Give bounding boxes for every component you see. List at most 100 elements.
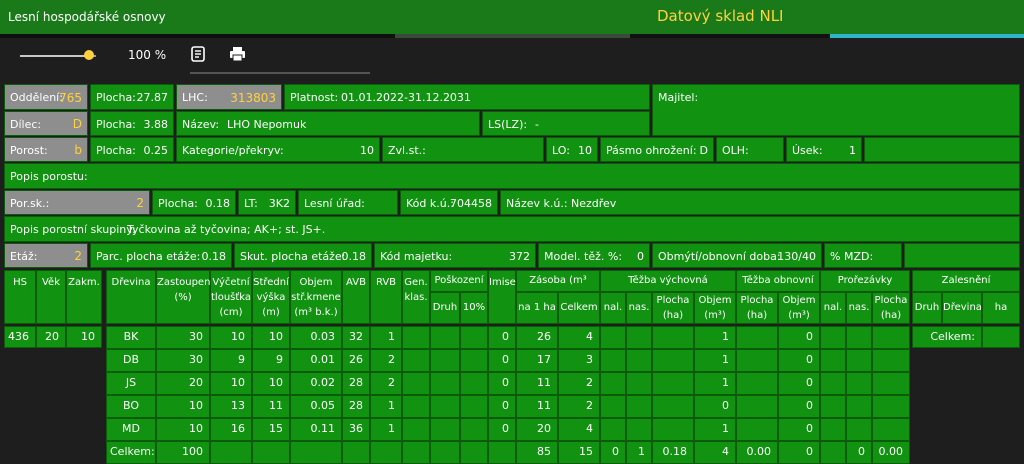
kod-majetku-value: 372 [509,250,530,263]
pr-plocha-header: Plocha (ha) [872,292,910,324]
ls-field: LS(LZ): - [482,111,650,136]
popis-porostu-label: Popis porostu: [10,170,88,183]
kategorie-label: Kategorie/překryv: [182,144,284,157]
table-cell: 0.11 [290,418,342,441]
table-cell: 10 [252,326,290,349]
drevina-cell: MD [106,418,156,441]
plocha-field-1: Plocha: 27.87 [90,84,174,110]
table-cell: 0 [488,349,516,372]
platnost-label: Platnost: [290,91,339,104]
platnost-value: 01.01.2022-31.12.2031 [341,91,471,104]
total-cell [402,441,430,464]
table-cell: 3 [558,349,600,372]
lesni-urad-field: Lesní úřad: [298,190,398,215]
total-cell [488,441,516,464]
mzd-label: % MZD: [830,250,874,263]
empty-cell [864,137,1020,162]
oddeleni-field: Oddělení: 765 [4,84,88,110]
table-cell: 28 [342,395,370,418]
na1ha-header: na 1 ha [516,292,558,324]
table-cell [402,395,430,418]
table-cell: 36 [342,418,370,441]
drevina-header: Dřevina [106,270,156,324]
table-cell [736,372,778,395]
olh-label: OLH: [722,144,749,157]
lhc-field: LHC: 313803 [176,84,282,110]
table-cell: 26 [342,349,370,372]
table-cell [820,395,846,418]
zal-celkem-label: Celkem: [912,326,982,348]
table-cell [652,395,694,418]
zakm-header: Zakm. [66,270,102,324]
table-cell: 15 [252,418,290,441]
table-cell: 0 [778,326,820,349]
table-cell: 2 [558,372,600,395]
dilec-value: D [72,117,82,131]
table-cell [872,349,910,372]
table-cell: 1 [694,326,736,349]
plocha-field-4: Plocha: 0.18 [152,190,236,215]
table-cell: 10 [156,395,210,418]
ten-percent-header: 10% [460,292,488,324]
parc-field: Parc. plocha etáže: 0.18 [90,243,232,268]
table-cell [430,326,460,349]
table-cell: 0 [488,372,516,395]
table-cell: 2 [558,395,600,418]
table-cell: 13 [210,395,252,418]
imise-header: Imise [488,270,516,324]
table-cell [600,372,626,395]
nazev-label: Název: [182,118,220,131]
table-cell: 28 [342,372,370,395]
porost-field: Porost: b [4,137,88,162]
table-cell [430,418,460,441]
table-cell [820,372,846,395]
poskozeni-header: Poškození [430,270,488,292]
table-cell: 10 [252,372,290,395]
table-cell [600,349,626,372]
lhc-value: 313803 [230,91,276,105]
zal-celkem-value [982,326,1020,348]
kodku-label: Kód k.ú.: [406,197,454,210]
total-cell [460,441,488,464]
table-cell: 11 [516,372,558,395]
table-cell: 0.01 [290,349,342,372]
table-cell: 4 [558,326,600,349]
total-cell [820,441,846,464]
objem-header: Objem stř.kmene (m³ b.k.) [290,270,342,324]
table-cell [402,326,430,349]
table-cell [652,418,694,441]
total-cell: 0 [600,441,626,464]
mzd-field: % MZD: [824,243,902,268]
total-cell: 4 [694,441,736,464]
kategorie-value: 10 [360,144,374,157]
table-cell: 0 [488,395,516,418]
table-cell [872,395,910,418]
total-cell [252,441,290,464]
total-cell: 100 [156,441,210,464]
table-cell: 1 [370,326,402,349]
plocha-value: 27.87 [136,91,169,104]
table-cell: 11 [516,395,558,418]
pasmo-field: Pásmo ohrožení: D [600,137,714,162]
hs-value: 436 [4,326,36,348]
gen-header: Gen. klas. [402,270,430,324]
tezba-obnovni-header: Těžba obnovní [736,270,820,292]
total-cell [210,441,252,464]
skut-field: Skut. plocha etáže: 0.18 [234,243,372,268]
plocha-value: 0.25 [143,144,169,157]
lt-label: LT: [244,197,258,210]
table-cell [460,326,488,349]
hs-header: HS [4,270,36,324]
print-icon[interactable] [229,46,246,62]
table-cell [846,372,872,395]
vek-header: Věk [36,270,66,324]
tv-plocha-header: Plocha (ha) [652,292,694,324]
table-cell [820,349,846,372]
table-cell [626,372,652,395]
to-plocha-header: Plocha (ha) [736,292,778,324]
table-cell: 1 [694,372,736,395]
zoom-slider-handle[interactable] [84,50,94,60]
zasoba-header: Zásoba (m³ b.k.) [516,270,600,306]
drevina-cell: JS [106,372,156,395]
document-icon[interactable] [190,46,206,62]
